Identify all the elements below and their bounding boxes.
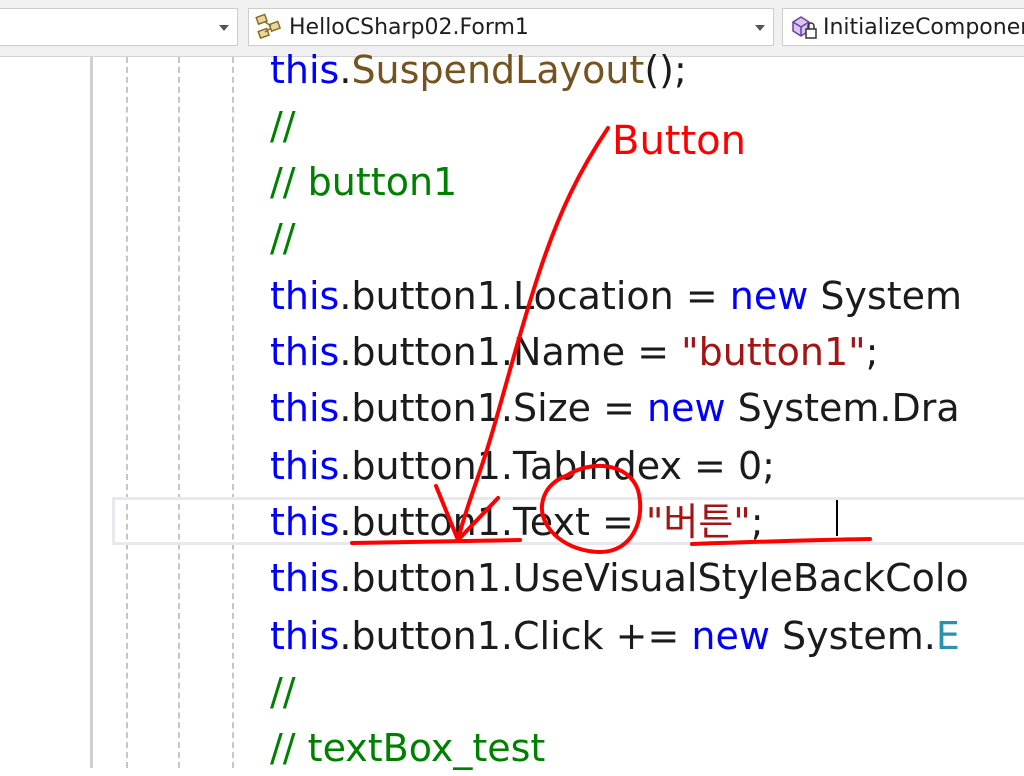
code-text: System	[808, 274, 963, 318]
keyword-this: this	[270, 386, 340, 430]
comment-text: // textBox_test	[270, 726, 546, 770]
member-dropdown-value: InitializeComponent	[823, 14, 1024, 40]
editor-margin	[90, 57, 93, 768]
type-name: E	[935, 614, 960, 658]
chevron-down-icon[interactable]	[219, 25, 229, 31]
keyword-this: this	[270, 614, 340, 658]
keyword-this: this	[270, 330, 340, 374]
code-line[interactable]: this.button1.Location = new System	[270, 268, 962, 324]
chevron-down-icon[interactable]	[755, 25, 765, 31]
code-text: .button1.Size =	[339, 386, 648, 430]
code-text: .button1.Name =	[339, 330, 682, 374]
code-line[interactable]: this.button1.UseVisualStyleBackColo	[270, 550, 969, 606]
code-text: System.Dra	[725, 386, 960, 430]
string-literal: "버튼"	[645, 500, 751, 544]
code-line[interactable]: // button1	[270, 154, 457, 210]
class-icon	[255, 13, 282, 40]
comment-text: // button1	[270, 160, 458, 204]
code-text: System.	[769, 614, 936, 658]
indent-guide	[178, 57, 180, 768]
code-text: .button1.Text =	[339, 500, 646, 544]
keyword-this: this	[270, 274, 340, 318]
keyword-new: new	[647, 386, 726, 430]
project-dropdown[interactable]	[0, 8, 238, 46]
annotation-label: Button	[612, 118, 746, 164]
code-text: ;	[750, 500, 764, 544]
member-dropdown[interactable]: InitializeComponent	[782, 8, 1024, 46]
keyword-this: this	[270, 444, 340, 488]
code-line[interactable]: this.button1.TabIndex = 0;	[270, 438, 775, 494]
comment-text: //	[270, 104, 296, 148]
code-text: .button1.TabIndex = 0;	[339, 444, 775, 488]
comment-text: //	[270, 670, 296, 714]
indent-guide	[126, 57, 128, 768]
comment-text: //	[270, 216, 296, 260]
keyword-this: this	[270, 500, 340, 544]
keyword-new: new	[729, 274, 809, 318]
keyword-new: new	[691, 614, 770, 658]
class-dropdown-value: HelloCSharp02.Form1	[289, 14, 529, 40]
keyword-this: this	[270, 48, 340, 92]
code-text: ();	[644, 48, 687, 92]
code-line[interactable]: this.SuspendLayout();	[270, 42, 687, 98]
indent-guide	[232, 57, 234, 768]
code-line[interactable]: this.button1.Click += new System.E	[270, 608, 960, 664]
class-dropdown[interactable]: HelloCSharp02.Form1	[248, 8, 774, 46]
code-text: .button1.UseVisualStyleBackColo	[339, 556, 969, 600]
code-text: ;	[865, 330, 879, 374]
method-name: SuspendLayout	[351, 48, 645, 92]
code-text: .	[339, 48, 352, 92]
code-line-current[interactable]: this.button1.Text = "버튼";	[270, 494, 764, 550]
code-text: .button1.Location =	[339, 274, 730, 318]
code-line[interactable]: //	[270, 664, 296, 720]
code-line[interactable]: //	[270, 210, 296, 266]
text-caret	[836, 500, 838, 536]
private-method-icon	[792, 16, 817, 39]
code-text: .button1.Click +=	[339, 614, 692, 658]
code-line[interactable]: //	[270, 98, 296, 154]
string-literal: "button1"	[681, 330, 866, 374]
keyword-this: this	[270, 556, 340, 600]
code-line[interactable]: this.button1.Name = "button1";	[270, 324, 878, 380]
code-line[interactable]: this.button1.Size = new System.Dra	[270, 380, 960, 436]
